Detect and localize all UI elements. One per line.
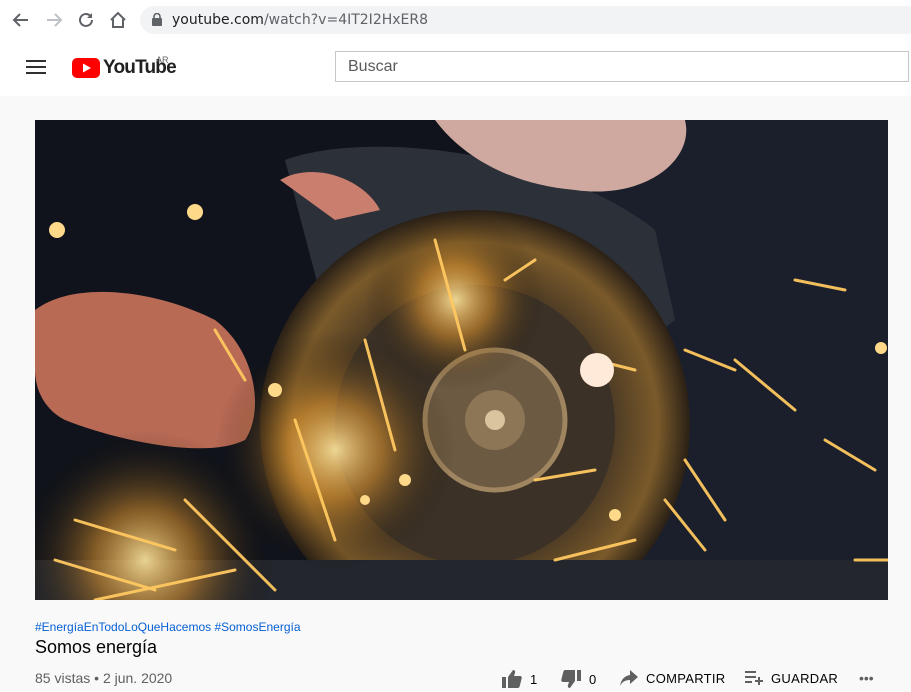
browser-toolbar: youtube.com/watch?v=4IT2I2HxER8	[0, 0, 911, 41]
hashtags-link[interactable]: #EnergíaEnTodoLoQueHacemos #SomosEnergía	[35, 620, 301, 634]
youtube-logo[interactable]: YouTube AR	[72, 55, 177, 78]
save-label: GUARDAR	[771, 670, 839, 686]
thumbs-up-icon	[502, 670, 522, 688]
dislike-button[interactable]: 0	[561, 670, 597, 688]
share-icon	[620, 670, 638, 686]
playlist-add-icon	[745, 671, 763, 685]
dislike-count: 0	[589, 671, 597, 687]
home-icon[interactable]	[108, 10, 128, 30]
view-count-date: 85 vistas • 2 jun. 2020	[35, 670, 172, 686]
separator: •	[94, 670, 100, 686]
back-icon[interactable]	[11, 10, 31, 30]
reload-icon[interactable]	[76, 10, 96, 30]
like-count: 1	[530, 671, 538, 687]
upload-date: 2 jun. 2020	[102, 670, 173, 686]
country-code: AR	[156, 55, 169, 65]
video-thumbnail	[35, 120, 888, 600]
lock-icon	[152, 12, 162, 31]
share-label: COMPARTIR	[646, 670, 726, 686]
hamburger-menu-icon[interactable]	[26, 60, 46, 76]
more-dots: •••	[859, 670, 874, 686]
thumbs-down-icon	[561, 670, 581, 688]
more-actions-icon[interactable]: •••	[859, 670, 874, 686]
video-player[interactable]	[35, 120, 888, 600]
video-title: Somos energía	[35, 637, 158, 657]
share-button[interactable]: COMPARTIR	[620, 670, 726, 686]
youtube-header: YouTube AR Buscar	[0, 40, 911, 96]
like-button[interactable]: 1	[502, 670, 538, 688]
youtube-play-icon	[72, 58, 100, 78]
url-text: youtube.com/watch?v=4IT2I2HxER8	[172, 12, 429, 28]
forward-icon[interactable]	[44, 10, 64, 30]
view-count: 85 vistas	[35, 670, 91, 686]
search-input[interactable]: Buscar	[335, 51, 909, 82]
save-button[interactable]: GUARDAR	[745, 670, 838, 686]
